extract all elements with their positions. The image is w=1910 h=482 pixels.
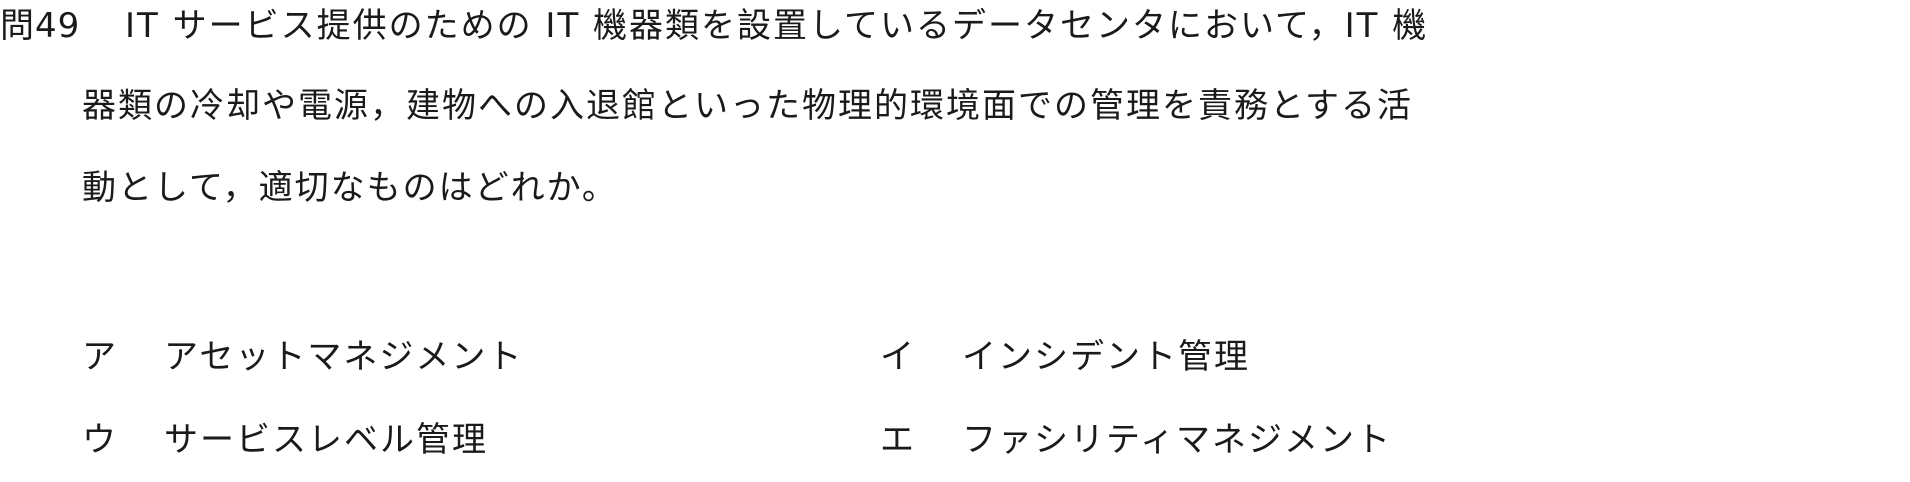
choice-text: インシデント管理 [962,337,1250,377]
question-text-line-3: 動として，適切なものはどれか。 [82,168,618,208]
choice-e: エ ファシリティマネジメント [880,420,1392,460]
question-text-line-1: IT サービス提供のための IT 機器類を設置しているデータセンタにおいて，IT… [125,6,1429,46]
choice-text: アセットマネジメント [164,337,524,377]
question-number: 問49 [0,6,81,46]
question-text-line-2: 器類の冷却や電源，建物への入退館といった物理的環境面での管理を責務とする活 [82,86,1413,126]
choice-mark: エ [880,420,916,460]
choice-text: サービスレベル管理 [164,420,488,460]
choice-a: ア アセットマネジメント [82,337,523,377]
choice-text: ファシリティマネジメント [962,420,1392,460]
choice-u: ウ サービスレベル管理 [82,420,488,460]
choice-mark: ウ [82,420,118,460]
choice-mark: イ [880,337,916,377]
choice-mark: ア [82,337,118,377]
choice-i: イ インシデント管理 [880,337,1250,377]
exam-question: 問49 IT サービス提供のための IT 機器類を設置しているデータセンタにおい… [0,0,1910,482]
